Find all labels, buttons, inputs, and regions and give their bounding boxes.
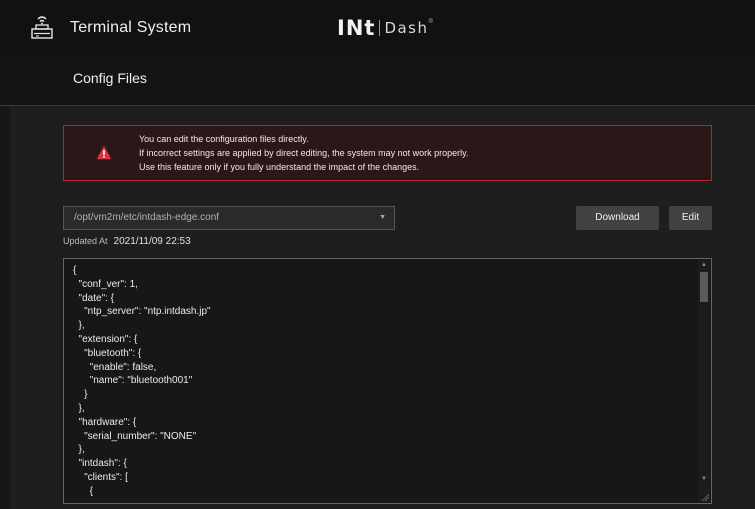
config-file-path: /opt/vm2m/etc/intdash-edge.conf <box>74 212 220 223</box>
logo-dash-text: Dash <box>384 19 429 37</box>
page-title: Config Files <box>73 70 147 86</box>
code-line: "hardware": { <box>73 416 137 428</box>
config-file-select[interactable]: /opt/vm2m/etc/intdash-edge.conf ▼ <box>63 206 395 230</box>
code-line: "ntp_server": "ntp.intdash.jp" <box>73 306 211 318</box>
code-line: "conf_ver": 1, <box>73 278 138 290</box>
code-line: "intdash": { <box>73 458 127 470</box>
scroll-down-arrow-icon[interactable]: ▼ <box>701 476 707 482</box>
alert-line: You can edit the configuration files dir… <box>139 134 309 144</box>
updated-at: Updated At 2021/11/09 22:53 <box>63 236 191 247</box>
page-header: Config Files <box>0 56 755 106</box>
code-line: "date": { <box>73 292 115 304</box>
scroll-thumb[interactable] <box>700 272 708 302</box>
edit-button[interactable]: Edit <box>669 206 712 230</box>
intdash-logo: INt Dash ® <box>337 16 433 40</box>
top-bar: Terminal System INt Dash ® <box>0 0 755 56</box>
code-line: }, <box>73 402 85 414</box>
code-line: "bluetooth": { <box>73 347 142 359</box>
code-line: "enable": false, <box>73 361 157 373</box>
code-line: "extension": { <box>73 333 138 345</box>
logo-separator <box>379 20 381 36</box>
alert-line: Use this feature only if you fully under… <box>139 162 420 172</box>
alert-message: You can edit the configuration files dir… <box>139 132 468 174</box>
config-code: { "conf_ver": 1, "date": { "ntp_server":… <box>73 264 211 499</box>
terminal-device-icon <box>31 16 53 39</box>
code-line: }, <box>73 320 85 332</box>
scroll-up-arrow-icon[interactable]: ▲ <box>701 262 707 268</box>
chevron-down-icon: ▼ <box>379 214 386 221</box>
alert-line: If incorrect settings are applied by dir… <box>139 148 469 158</box>
resize-grip-icon[interactable] <box>701 493 709 501</box>
code-line: "clients": [ <box>73 471 128 483</box>
code-line: { <box>73 485 94 497</box>
left-edge-strip <box>0 107 10 509</box>
code-line: { <box>73 265 77 276</box>
download-button[interactable]: Download <box>576 206 659 230</box>
code-line: } <box>73 389 88 401</box>
updated-at-value: 2021/11/09 22:53 <box>113 236 191 247</box>
config-editor[interactable]: { "conf_ver": 1, "date": { "ntp_server":… <box>63 258 712 504</box>
warning-icon <box>96 145 112 160</box>
code-line: "name": "bluetooth001" <box>73 375 193 387</box>
editor-scrollbar[interactable]: ▲ ▼ <box>698 260 710 502</box>
code-line: "serial_number": "NONE" <box>73 430 197 442</box>
app-title: Terminal System <box>70 19 192 36</box>
logo-int-text: INt <box>337 16 376 40</box>
code-line: }, <box>73 444 85 456</box>
logo-registered-mark: ® <box>428 19 433 25</box>
warning-alert: You can edit the configuration files dir… <box>63 125 712 181</box>
updated-at-label: Updated At <box>63 236 108 246</box>
